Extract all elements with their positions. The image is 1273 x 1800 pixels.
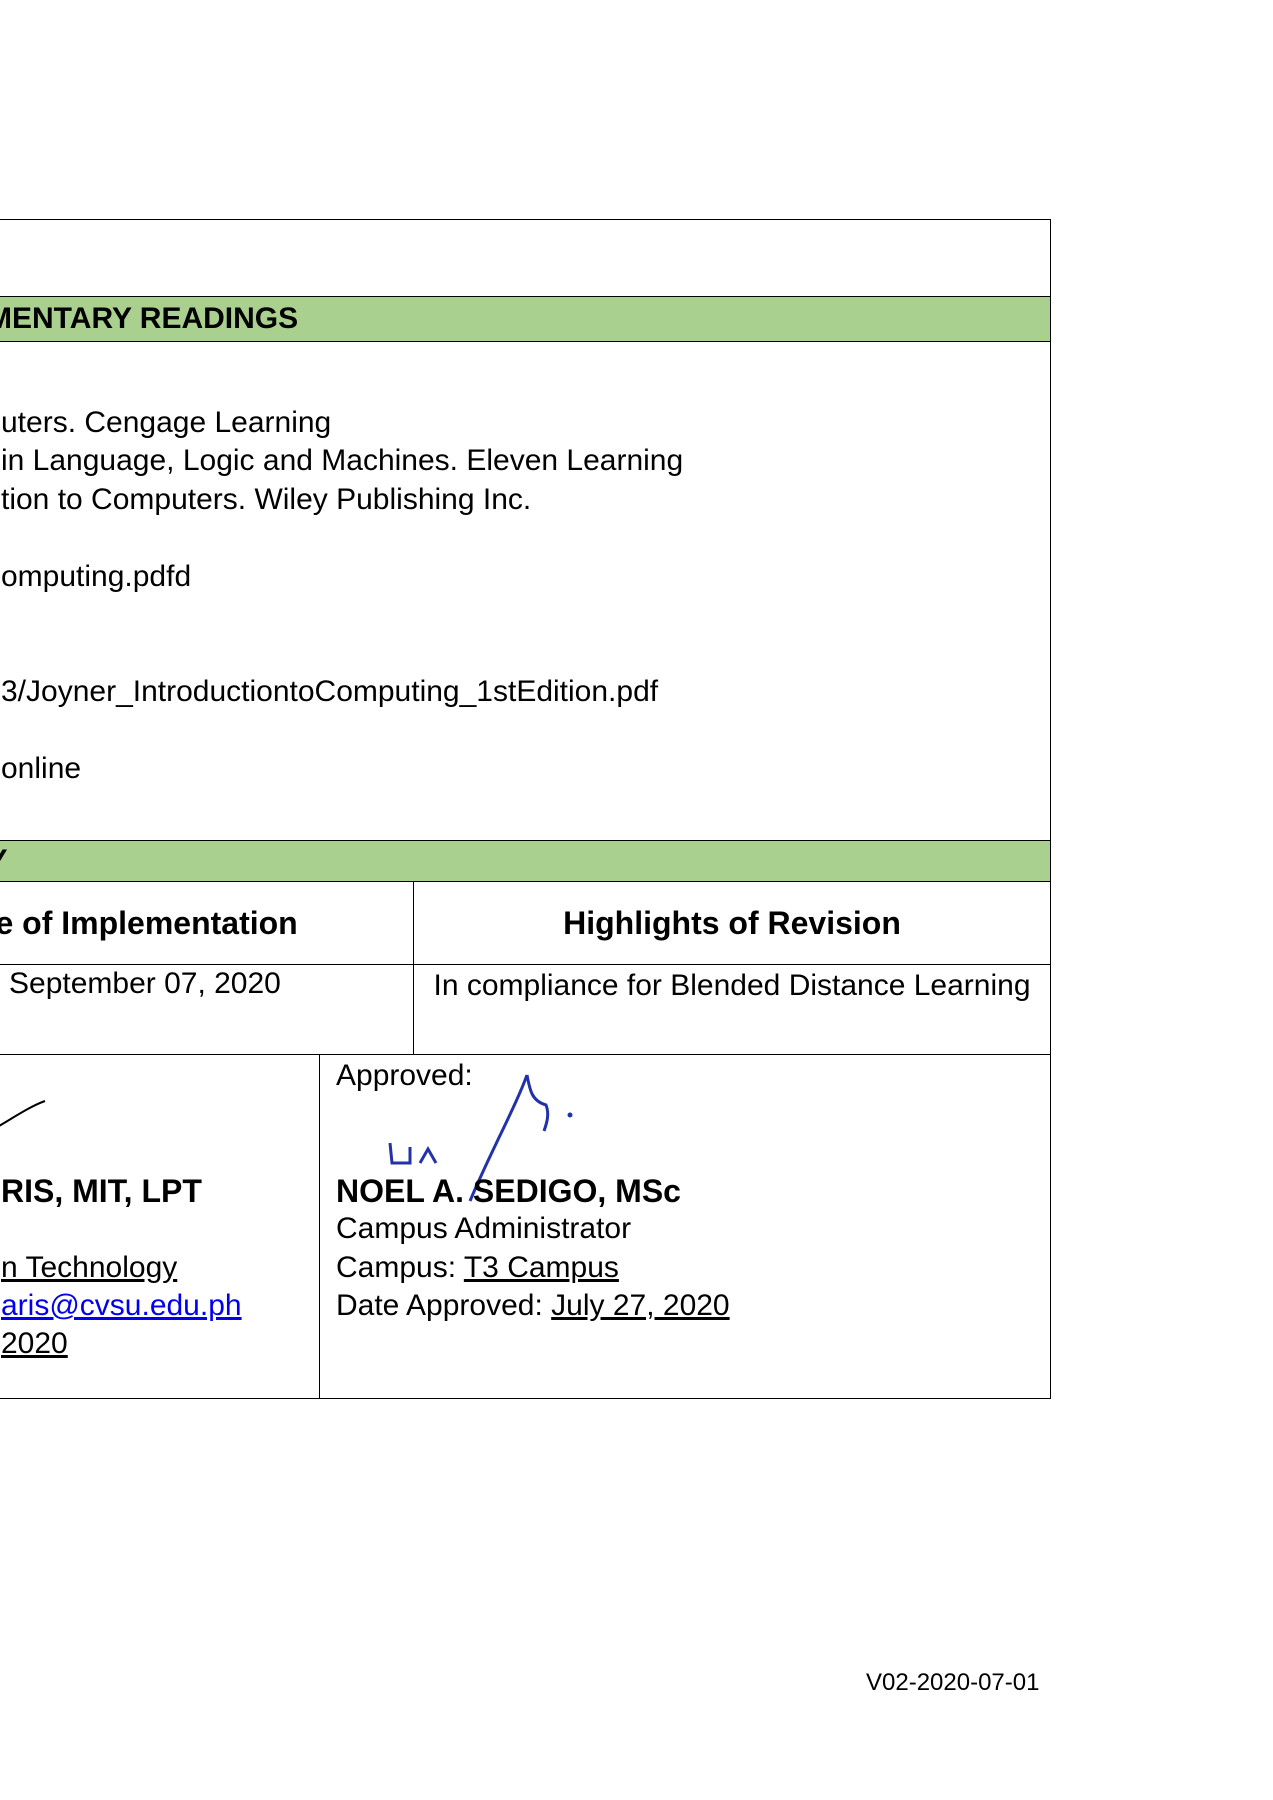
revision-section-header: RY: [0, 841, 1051, 882]
top-empty-row: [0, 219, 1051, 297]
preparer-date: 2020: [1, 1327, 68, 1360]
revision-column-headers: ate of Implementation Highlights of Revi…: [0, 882, 1051, 965]
campus-label: Campus:: [336, 1251, 464, 1284]
reading-line-5: 3/Joyner_IntroductiontoComputing_1stEdit…: [1, 675, 659, 708]
reading-line-2: in Language, Logic and Machines. Eleven …: [1, 444, 684, 477]
version-footer: V02-2020-07-01: [866, 1669, 1040, 1696]
preparer-name: RIS, MIT, LPT: [1, 1173, 202, 1209]
reading-line-6: online: [1, 752, 82, 785]
readings-section-body: uters. Cengage Learning in Language, Log…: [0, 342, 1051, 841]
document-page: EMENTARY READINGS uters. Cengage Learnin…: [0, 0, 1273, 1800]
revision-header-text: RY: [0, 844, 8, 877]
date-of-implementation-header: ate of Implementation: [0, 882, 414, 964]
prepared-signature-icon: [0, 1100, 46, 1127]
reading-line-1: uters. Cengage Learning: [1, 406, 332, 439]
preparer-department: n Technology: [1, 1251, 178, 1284]
implementation-date-value: September 07, 2020: [0, 965, 414, 1054]
revision-entry-row: September 07, 2020 In compliance for Ble…: [0, 965, 1051, 1055]
campus-value: T3 Campus: [463, 1251, 619, 1284]
approver-name: NOEL A. SEDIGO, MSc: [336, 1173, 681, 1209]
approved-by-cell: Approved: NOEL A. SEDIGO, MSc Campus Adm…: [320, 1055, 1050, 1398]
readings-header-text: EMENTARY READINGS: [0, 302, 299, 335]
readings-section-header: EMENTARY READINGS: [0, 297, 1051, 342]
preparer-email-link[interactable]: aris@cvsu.edu.ph: [1, 1289, 242, 1323]
highlights-of-revision-header: Highlights of Revision: [563, 905, 901, 941]
approver-title: Campus Administrator: [336, 1212, 632, 1245]
date-approved-label: Date Approved:: [336, 1289, 552, 1322]
prepared-by-cell: RIS, MIT, LPT n Technology aris@cvsu.edu…: [0, 1055, 320, 1398]
approver-date: Date Approved: July 27, 2020: [336, 1289, 730, 1323]
signature-row: RIS, MIT, LPT n Technology aris@cvsu.edu…: [0, 1055, 1051, 1399]
syllabus-table: EMENTARY READINGS uters. Cengage Learnin…: [0, 219, 1051, 1399]
reading-line-4: omputing.pdfd: [1, 560, 192, 593]
date-approved-value: July 27, 2020: [551, 1289, 730, 1322]
revision-highlights-value: In compliance for Blended Distance Learn…: [433, 969, 1031, 1002]
approver-campus: Campus: T3 Campus: [336, 1251, 619, 1285]
reading-line-3: tion to Computers. Wiley Publishing Inc.: [1, 483, 532, 516]
